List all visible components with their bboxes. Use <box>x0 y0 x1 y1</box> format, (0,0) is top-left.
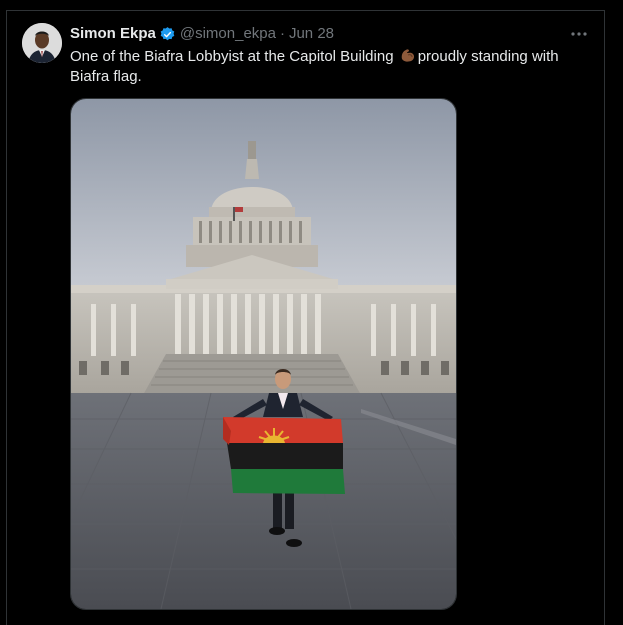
more-options-icon[interactable] <box>569 26 589 42</box>
author-avatar[interactable] <box>22 23 62 63</box>
separator-dot: · <box>279 25 285 42</box>
dome-statue <box>248 141 256 159</box>
tweet-text: One of the Biafra Lobbyist at the Capito… <box>70 46 595 87</box>
tweet-date[interactable]: Jun 28 <box>289 25 334 43</box>
tweet-photo[interactable] <box>70 98 457 610</box>
muscle-emoji-icon <box>399 46 417 64</box>
author-handle[interactable]: @simon_ekpa <box>180 25 276 43</box>
biafra-flag <box>223 417 345 494</box>
tweet-text-part-1: One of the Biafra Lobbyist at the Capito… <box>70 48 398 65</box>
author-name[interactable]: Simon Ekpa <box>70 25 156 43</box>
verified-badge-icon <box>159 26 176 43</box>
